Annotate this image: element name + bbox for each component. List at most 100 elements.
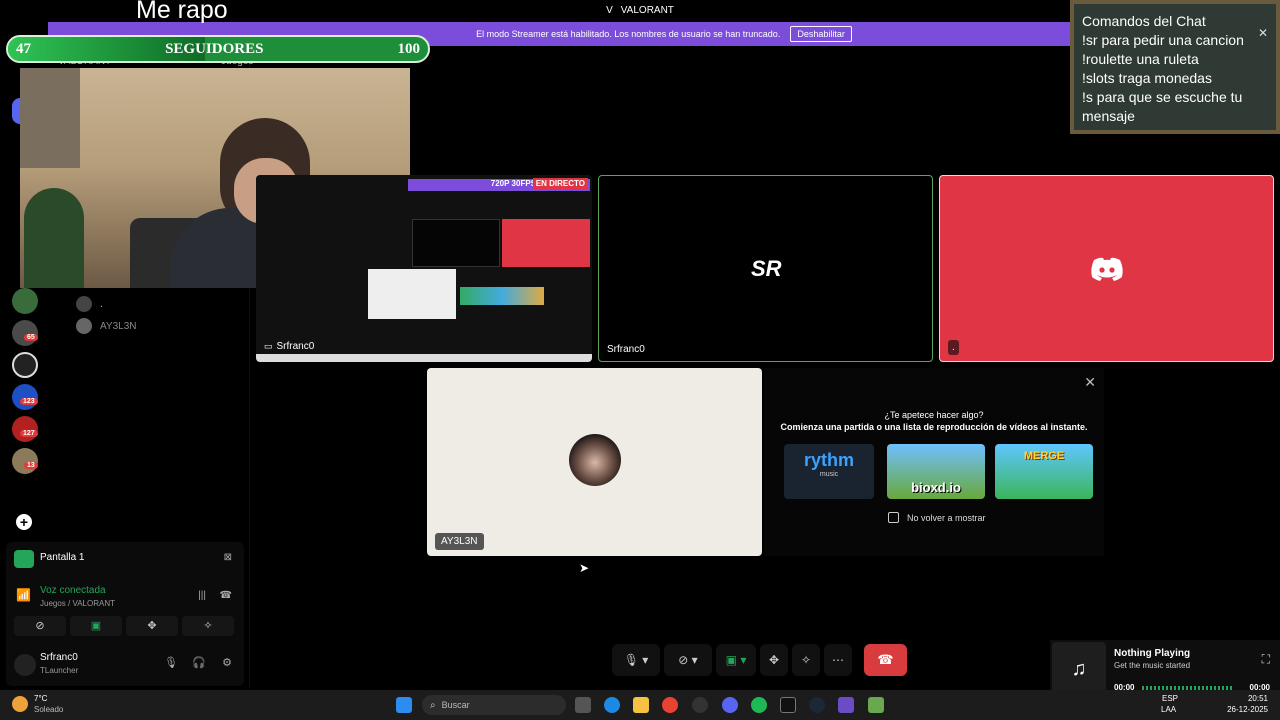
expand-icon[interactable]: ⛶ (1262, 652, 1270, 667)
call-controls: 🎙 ▾ ⊘ ▾ ▣ ▾ ✥ ✧ ⋯ ☎ (612, 644, 908, 678)
server-badge: 13 (24, 462, 38, 469)
discord-icon (1091, 257, 1123, 281)
epic-games-icon[interactable] (780, 697, 796, 713)
soundboard-button[interactable]: ✧ (792, 644, 820, 676)
end-call-button[interactable]: ☎ (864, 644, 907, 676)
overlay-title: Me rapo (136, 0, 228, 24)
steam-icon[interactable] (809, 697, 825, 713)
headphones-icon[interactable]: 🎧 (192, 656, 206, 669)
activity-card-rythm[interactable]: rythm music (784, 444, 874, 499)
search-icon: ⌕ (430, 699, 436, 711)
mouse-cursor-icon: ➤ (579, 561, 590, 575)
tile-label: AY3L3N (435, 533, 484, 550)
chat-command-line: !roulette una ruleta (1082, 51, 1199, 67)
language-indicator[interactable]: ESP (1162, 694, 1178, 703)
disconnect-icon[interactable]: ☎ (220, 590, 232, 601)
edge-icon[interactable] (604, 697, 620, 713)
disable-streamer-button[interactable]: Deshabilitar (790, 26, 852, 42)
noise-icon[interactable]: ||| (198, 590, 206, 601)
activity-title: ¿Te apetece hacer algo? (884, 410, 984, 420)
activity-subtitle: Comienza una partida o una lista de repr… (780, 422, 1088, 432)
file-explorer-icon[interactable] (633, 697, 649, 713)
username[interactable]: Srfranc0 (40, 652, 78, 663)
close-icon[interactable]: ✕ (1258, 26, 1268, 40)
discord-icon[interactable] (722, 697, 738, 713)
microphone-icon[interactable]: 🎙 (164, 656, 178, 669)
settings-gear-icon[interactable]: ⚙ (222, 656, 232, 669)
user-status: TLauncher (40, 666, 79, 675)
chat-command-line: !slots traga monedas (1082, 70, 1212, 86)
voice-member-name: . (100, 298, 103, 310)
avatar (76, 318, 92, 334)
music-subtitle: Get the music started (1114, 661, 1191, 670)
avatar (569, 434, 621, 486)
chat-commands-overlay: Comandos del Chat !sr para pedir una can… (1070, 0, 1280, 134)
avatar (76, 296, 92, 312)
tile-label: ▭ Srfranc0 (264, 341, 314, 352)
video-tile-srfranc0[interactable]: SR Srfranc0 (598, 175, 933, 362)
voice-channel[interactable]: Juegos / VALORANT (40, 599, 115, 608)
camera-button[interactable]: ⊘ ▾ (664, 644, 712, 676)
follower-goal-bar: 47 SEGUIDORES 100 (6, 35, 430, 63)
soundboard-button[interactable]: ✧ (182, 616, 234, 636)
voice-member[interactable]: AY3L3N (76, 318, 137, 334)
minecraft-icon[interactable] (868, 697, 884, 713)
task-view-icon[interactable] (575, 697, 591, 713)
stream-quality: 720P 30FPS (490, 179, 536, 188)
camera-button[interactable]: ⊘ (14, 616, 66, 636)
windows-start-icon[interactable] (396, 697, 412, 713)
server-badge: 123 (20, 398, 38, 405)
clock-date[interactable]: 26-12-2025 (1227, 705, 1268, 714)
server-icon[interactable] (12, 320, 38, 346)
activities-button[interactable]: ✥ (126, 616, 178, 636)
clock-time[interactable]: 20:51 (1248, 694, 1268, 703)
server-icon[interactable] (12, 288, 38, 314)
sr-logo: SR (751, 256, 782, 281)
stream-preview-tile[interactable]: 720P 30FPS EN DIRECTO ▭ Srfranc0 (256, 175, 592, 362)
avatar[interactable] (14, 654, 36, 676)
add-server-icon[interactable]: + (16, 514, 32, 530)
spotify-icon[interactable] (751, 697, 767, 713)
activity-card-bioxd[interactable]: bioxd.io (887, 444, 985, 499)
window-title: VALORANT (620, 4, 674, 16)
obs-icon[interactable] (692, 697, 708, 713)
activity-card-merge[interactable]: MERGE (995, 444, 1093, 499)
screen-share-icon (14, 550, 34, 568)
dont-show-again[interactable]: No volver a mostrar (888, 512, 986, 523)
chat-command-line: !sr para pedir una cancion (1082, 32, 1244, 48)
tile-label: Srfranc0 (607, 344, 645, 355)
music-title: Nothing Playing (1114, 648, 1191, 659)
voice-member[interactable]: . (76, 296, 103, 312)
app-icon[interactable] (838, 697, 854, 713)
server-icon[interactable] (12, 448, 38, 474)
chrome-icon[interactable] (662, 697, 678, 713)
stop-share-icon[interactable]: ⊠ (224, 552, 232, 563)
tile-label: . (948, 340, 959, 355)
video-tile-discord[interactable]: . (939, 175, 1274, 362)
music-note-icon: ♫ (1052, 642, 1106, 696)
voice-status[interactable]: Voz conectada (40, 585, 106, 596)
video-tile-ay3l3n[interactable]: AY3L3N (427, 368, 762, 556)
server-badge: 65 (24, 334, 38, 341)
screen-share-button[interactable]: ▣ ▾ (716, 644, 756, 676)
user-panel: Pantalla 1 ⊠ 📶 Voz conectada Juegos / VA… (6, 542, 244, 686)
microphone-button[interactable]: 🎙 ▾ (612, 644, 660, 676)
taskbar-search[interactable]: ⌕ Buscar (422, 695, 566, 715)
more-options-icon[interactable]: ⋯ (824, 644, 852, 676)
weather-temp[interactable]: 7°C (34, 694, 47, 703)
screen-share-button[interactable]: ▣ (70, 616, 122, 636)
chat-commands-title: Comandos del Chat (1082, 13, 1206, 29)
server-icon[interactable] (12, 416, 38, 442)
server-icon[interactable] (12, 384, 38, 410)
server-icon[interactable] (12, 352, 38, 378)
language-sub: LAA (1161, 705, 1177, 714)
close-icon[interactable]: ✕ (1084, 374, 1096, 391)
weather-desc[interactable]: Soleado (34, 705, 63, 714)
search-placeholder: Buscar (441, 700, 470, 710)
window-prefix: V (606, 4, 613, 16)
chat-command-line: !s para que se escuche tu (1082, 89, 1243, 105)
checkbox[interactable] (888, 512, 899, 523)
follower-goal: 100 (397, 40, 421, 57)
follower-count: 47 (16, 40, 31, 57)
activities-button[interactable]: ✥ (760, 644, 788, 676)
